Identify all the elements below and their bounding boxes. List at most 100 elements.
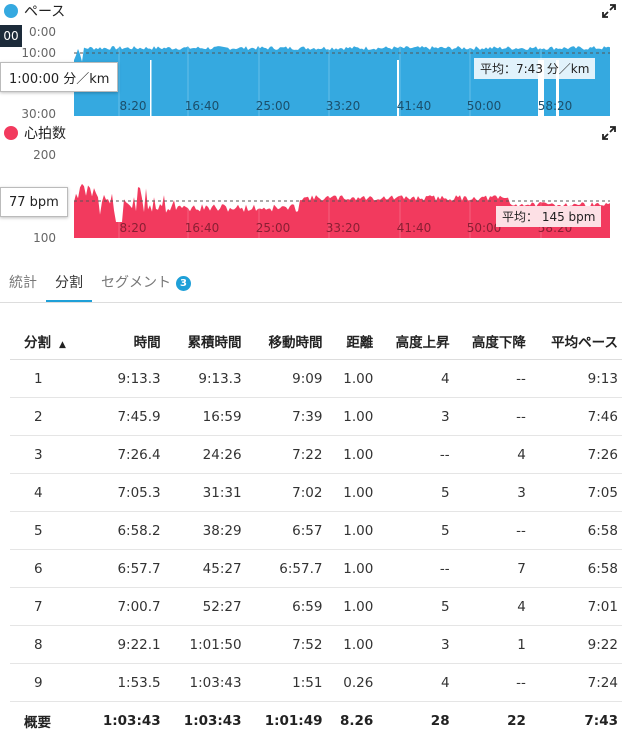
heart-rate-x-tick-label: 8:20 — [120, 221, 147, 235]
cell-time: 7:00.7 — [84, 588, 165, 626]
heart-rate-x-tick-label: 33:20 — [326, 221, 361, 235]
splits-table: 分割▲ 時間 累積時間 移動時間 距離 高度上昇 高度下降 平均ペース 19:1… — [10, 322, 622, 739]
cell-average-pace: 7:01 — [530, 588, 622, 626]
pace-average-label: 平均：7:43 分／km — [474, 58, 595, 79]
cell-cumulative-time: 52:27 — [165, 588, 246, 626]
cell-average-pace: 7:46 — [530, 398, 622, 436]
summary-elevation-gain: 28 — [377, 702, 453, 739]
cell-moving-time: 7:02 — [246, 474, 327, 512]
cell-split: 2 — [10, 398, 84, 436]
cell-time: 9:13.3 — [84, 360, 165, 398]
table-row: 27:45.916:597:391.003--7:46 — [10, 398, 622, 436]
heart-rate-x-tick-label: 41:40 — [397, 221, 432, 235]
tab-stats[interactable]: 統計 — [0, 272, 46, 302]
pace-x-tick-label: 50:00 — [467, 99, 502, 113]
cell-split: 7 — [10, 588, 84, 626]
table-row: 66:57.745:276:57.71.00--76:58 — [10, 550, 622, 588]
column-header-split[interactable]: 分割 ▲ — [10, 322, 84, 360]
cell-elevation-gain: 4 — [377, 664, 453, 702]
cell-split: 4 — [10, 474, 84, 512]
cell-average-pace: 9:22 — [530, 626, 622, 664]
cell-distance: 0.26 — [326, 664, 377, 702]
tab-segments-label: セグメント — [101, 275, 171, 291]
pace-x-tick-label: 33:20 — [326, 99, 361, 113]
cell-distance: 1.00 — [326, 436, 377, 474]
cell-time: 7:45.9 — [84, 398, 165, 436]
cell-split: 3 — [10, 436, 84, 474]
cell-distance: 1.00 — [326, 550, 377, 588]
cell-moving-time: 7:52 — [246, 626, 327, 664]
cell-distance: 1.00 — [326, 474, 377, 512]
tab-splits-label: 分割 — [55, 275, 83, 291]
pace-y-tick-label: 0:00 — [29, 25, 56, 39]
cell-split: 9 — [10, 664, 84, 702]
pace-x-tick-label: 16:40 — [185, 99, 220, 113]
column-header-time[interactable]: 時間 — [84, 322, 165, 360]
pace-x-tick-label: 25:00 — [256, 99, 291, 113]
pace-x-tick-label: 58:20 — [538, 99, 573, 113]
heart-rate-y-tick-label: 200 — [33, 148, 56, 162]
column-header-split-label: 分割 — [24, 335, 51, 351]
pace-x-tick-label: 8:20 — [120, 99, 147, 113]
cell-split: 1 — [10, 360, 84, 398]
column-header-distance[interactable]: 距離 — [326, 322, 377, 360]
table-header-row: 分割 ▲ 時間 累積時間 移動時間 距離 高度上昇 高度下降 平均ペース — [10, 322, 622, 360]
summary-moving-time: 1:01:49 — [246, 702, 327, 739]
column-header-cumulative-time[interactable]: 累積時間 — [165, 322, 246, 360]
cell-elevation-gain: 4 — [377, 360, 453, 398]
tab-stats-label: 統計 — [9, 275, 37, 291]
column-header-elevation-loss[interactable]: 高度下降 — [454, 322, 530, 360]
sort-ascending-icon: ▲ — [59, 340, 66, 350]
tab-segments[interactable]: セグメント 3 — [92, 272, 200, 302]
cell-elevation-gain: 5 — [377, 588, 453, 626]
cell-elevation-loss: 3 — [454, 474, 530, 512]
cell-average-pace: 6:58 — [530, 512, 622, 550]
heart-rate-average-label: 平均： 145 bpm — [496, 206, 601, 227]
cell-time: 7:05.3 — [84, 474, 165, 512]
summary-time: 1:03:43 — [84, 702, 165, 739]
cell-average-pace: 7:05 — [530, 474, 622, 512]
column-header-average-pace[interactable]: 平均ペース — [530, 322, 622, 360]
cell-cumulative-time: 45:27 — [165, 550, 246, 588]
cell-elevation-loss: 4 — [454, 436, 530, 474]
tab-bar: 統計 分割 セグメント 3 — [0, 268, 622, 303]
cell-moving-time: 9:09 — [246, 360, 327, 398]
cell-time: 6:58.2 — [84, 512, 165, 550]
cell-moving-time: 6:57 — [246, 512, 327, 550]
heart-rate-tooltip: 77 bpm — [0, 187, 68, 217]
cell-elevation-gain: -- — [377, 436, 453, 474]
table-row: 56:58.238:296:571.005--6:58 — [10, 512, 622, 550]
table-row: 47:05.331:317:021.00537:05 — [10, 474, 622, 512]
table-row: 89:22.11:01:507:521.00319:22 — [10, 626, 622, 664]
summary-elevation-loss: 22 — [454, 702, 530, 739]
cell-elevation-loss: 7 — [454, 550, 530, 588]
heart-rate-y-tick-label: 100 — [33, 231, 56, 244]
column-header-elevation-gain[interactable]: 高度上昇 — [377, 322, 453, 360]
table-row: 77:00.752:276:591.00547:01 — [10, 588, 622, 626]
summary-cumulative-time: 1:03:43 — [165, 702, 246, 739]
cell-distance: 1.00 — [326, 626, 377, 664]
cell-elevation-loss: -- — [454, 512, 530, 550]
cell-cumulative-time: 16:59 — [165, 398, 246, 436]
pace-y-tick-label: 10:00 — [21, 46, 56, 60]
cell-distance: 1.00 — [326, 588, 377, 626]
segments-count-badge: 3 — [176, 276, 191, 291]
cell-moving-time: 1:51 — [246, 664, 327, 702]
splits-table-body: 19:13.39:13.39:091.004--9:1327:45.916:59… — [10, 360, 622, 702]
tab-splits[interactable]: 分割 — [46, 272, 92, 302]
cell-split: 8 — [10, 626, 84, 664]
cell-cumulative-time: 38:29 — [165, 512, 246, 550]
cell-elevation-loss: -- — [454, 398, 530, 436]
cell-time: 9:22.1 — [84, 626, 165, 664]
cell-split: 6 — [10, 550, 84, 588]
cell-elevation-gain: 3 — [377, 398, 453, 436]
cell-average-pace: 9:13 — [530, 360, 622, 398]
column-header-moving-time[interactable]: 移動時間 — [246, 322, 327, 360]
cell-cumulative-time: 31:31 — [165, 474, 246, 512]
cell-moving-time: 7:22 — [246, 436, 327, 474]
cell-cumulative-time: 1:01:50 — [165, 626, 246, 664]
cell-elevation-loss: 4 — [454, 588, 530, 626]
pace-gap — [150, 60, 152, 116]
summary-distance: 8.26 — [326, 702, 377, 739]
table-row: 19:13.39:13.39:091.004--9:13 — [10, 360, 622, 398]
